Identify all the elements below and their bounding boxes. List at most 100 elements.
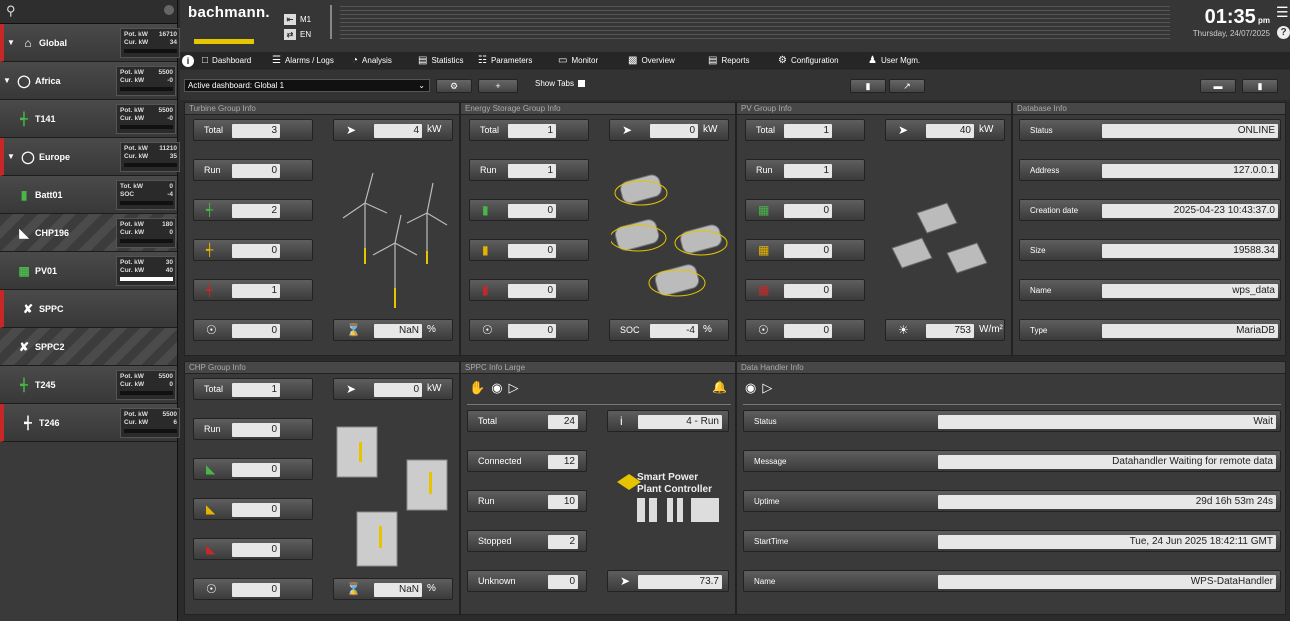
- chp-ok[interactable]: ◣ 0: [193, 458, 313, 480]
- show-tabs-checkbox[interactable]: [578, 80, 585, 88]
- tab-analysis[interactable]: ◔ Analysis: [348, 52, 414, 69]
- tab-reports[interactable]: ▤ Reports: [704, 52, 774, 69]
- chp-power[interactable]: ➤ 0 kW: [333, 378, 453, 400]
- turbine-total[interactable]: Total 3: [193, 119, 313, 141]
- logout-icon[interactable]: ⇤: [284, 14, 296, 25]
- tab-configuration[interactable]: ⚙ Configuration: [774, 52, 864, 69]
- tree-node-pv01[interactable]: ▦ PV01 Pot. kW 30 Cur. kW 40: [0, 252, 177, 290]
- tab-monitor[interactable]: ▭ Monitor: [554, 52, 624, 69]
- search-icon[interactable]: ⚲: [6, 3, 16, 19]
- handler-status[interactable]: Status Wait: [743, 410, 1281, 432]
- pv-fault[interactable]: ▦ 0: [745, 279, 865, 301]
- chp-total[interactable]: Total 1: [193, 378, 313, 400]
- db-name[interactable]: Name wps_data: [1019, 279, 1281, 301]
- storage-run[interactable]: Run 1: [469, 159, 589, 181]
- chevron-down-icon[interactable]: ⌄: [418, 80, 425, 91]
- storage-warning[interactable]: ▮ 0: [469, 239, 589, 261]
- db-size[interactable]: Size 19588.34: [1019, 239, 1281, 261]
- sppc-stopped[interactable]: Stopped 2: [467, 530, 587, 552]
- tree-node-sppc[interactable]: ✘ SPPC: [0, 290, 177, 328]
- dashboard-select[interactable]: Active dashboard: Global 1 ⌄: [184, 79, 430, 92]
- info-icon[interactable]: i: [180, 52, 198, 69]
- sppc-unknown[interactable]: Unknown 0: [467, 570, 587, 592]
- clear-search-icon[interactable]: [164, 5, 174, 15]
- add-dashboard-button[interactable]: +: [478, 79, 518, 93]
- turbine-power[interactable]: ➤ 4 kW: [333, 119, 453, 141]
- turbine-gauge[interactable]: ☉ 0: [193, 319, 313, 341]
- tree-node-chp196[interactable]: ◣ CHP196 Pot. kW 180 Cur. kW 0: [0, 214, 177, 252]
- bell-icon[interactable]: 🔔: [712, 380, 727, 394]
- db-status[interactable]: Status ONLINE: [1019, 119, 1281, 141]
- collapse-button[interactable]: ▬: [1200, 79, 1236, 93]
- storage-fault[interactable]: ▮ 0: [469, 279, 589, 301]
- chp-warning[interactable]: ◣ 0: [193, 498, 313, 520]
- tree-node-sppc2[interactable]: ✘ SPPC2: [0, 328, 177, 366]
- logout-button[interactable]: ⇤ M1: [284, 12, 312, 27]
- tree-node-global[interactable]: ▼ ⌂ Global Pot. kW 16710 Cur. kW 34: [0, 24, 180, 62]
- pv-ok[interactable]: ▦ 0: [745, 199, 865, 221]
- turbine-percent[interactable]: ⌛ NaN%: [333, 319, 453, 341]
- pv-total[interactable]: Total 1: [745, 119, 865, 141]
- language-button[interactable]: ⇄ EN: [284, 27, 312, 42]
- tab-dashboard[interactable]: □ Dashboard: [198, 52, 268, 69]
- tree-search[interactable]: ⚲: [0, 0, 177, 24]
- turbine-warning[interactable]: ┽ 0: [193, 239, 313, 261]
- pv-warning[interactable]: ▦ 0: [745, 239, 865, 261]
- language-icon[interactable]: ⇄: [284, 29, 296, 40]
- tab-user-mgm[interactable]: ♟ User Mgm.: [864, 52, 934, 69]
- tab-overview[interactable]: ▩ Overview: [624, 52, 704, 69]
- storage-power[interactable]: ➤ 0 kW: [609, 119, 729, 141]
- delete-dashboard-button[interactable]: ▮: [1242, 79, 1278, 93]
- storage-soc[interactable]: SOC -4%: [609, 319, 729, 341]
- tab-alarms-logs[interactable]: ☰ Alarms / Logs: [268, 52, 348, 69]
- show-tabs-toggle[interactable]: Show Tabs: [535, 79, 585, 88]
- storage-gauge[interactable]: ☉ 0: [469, 319, 589, 341]
- sppc-run[interactable]: Run 10: [467, 490, 587, 512]
- copy-dashboard-button[interactable]: ▮: [850, 79, 886, 93]
- stop-icon[interactable]: ◉: [491, 380, 502, 395]
- sppc-power[interactable]: ➤ 73.7: [607, 570, 729, 592]
- tree-node-t141[interactable]: ┽ T141 Pot. kW 5500 Cur. kW -0: [0, 100, 177, 138]
- chp-gauge[interactable]: ☉ 0: [193, 578, 313, 600]
- turbine-run[interactable]: Run 0: [193, 159, 313, 181]
- tree-node-africa[interactable]: ▼ ◯ Africa Pot. kW 5500 Cur. kW -0: [0, 62, 177, 100]
- sppc-state[interactable]: i 4 - Run: [607, 410, 729, 432]
- pv-irradiance[interactable]: ☀ 753 W/m²: [885, 319, 1005, 341]
- db-type[interactable]: Type MariaDB: [1019, 319, 1281, 341]
- help-icon[interactable]: ?: [1277, 26, 1290, 39]
- pv-run[interactable]: Run 1: [745, 159, 865, 181]
- pv-power[interactable]: ➤ 40 kW: [885, 119, 1005, 141]
- dashboard-settings-button[interactable]: ⚙: [436, 79, 472, 93]
- hand-icon[interactable]: ✋: [469, 380, 485, 395]
- tree-node-t245[interactable]: ┽ T245 Pot. kW 5500 Cur. kW 0: [0, 366, 177, 404]
- db-address[interactable]: Address 127.0.0.1: [1019, 159, 1281, 181]
- play-icon[interactable]: ▷: [509, 380, 519, 395]
- expand-arrow-icon[interactable]: ▼: [3, 76, 15, 85]
- menu-icon[interactable]: ☰: [1276, 4, 1289, 21]
- sppc-total[interactable]: Total 24: [467, 410, 587, 432]
- stop-icon[interactable]: ◉: [745, 380, 756, 395]
- handler-uptime[interactable]: Uptime 29d 16h 53m 24s: [743, 490, 1281, 512]
- tree-node-europe[interactable]: ▼ ◯ Europe Pot. kW 11210 Cur. kW 35: [0, 138, 180, 176]
- chp-fault[interactable]: ◣ 0: [193, 538, 313, 560]
- db-creation-date[interactable]: Creation date 2025-04-23 10:43:37.0: [1019, 199, 1281, 221]
- handler-message[interactable]: Message Datahandler Waiting for remote da…: [743, 450, 1281, 472]
- handler-name[interactable]: Name WPS-DataHandler: [743, 570, 1281, 592]
- handler-starttime[interactable]: StartTime Tue, 24 Jun 2025 18:42:11 GMT: [743, 530, 1281, 552]
- turbine-ok[interactable]: ┽ 2: [193, 199, 313, 221]
- play-icon[interactable]: ▷: [762, 380, 772, 395]
- chp-percent[interactable]: ⌛ NaN%: [333, 578, 453, 600]
- tab-parameters[interactable]: ☷ Parameters: [474, 52, 554, 69]
- tab-statistics[interactable]: ▤ Statistics: [414, 52, 474, 69]
- expand-arrow-icon[interactable]: ▼: [7, 38, 19, 47]
- tree-node-batt01[interactable]: ▮ Batt01 Tot. kW 0 SOC -4: [0, 176, 177, 214]
- edit-dashboard-button[interactable]: ↗: [889, 79, 925, 93]
- storage-total[interactable]: Total 1: [469, 119, 589, 141]
- sppc-connected[interactable]: Connected 12: [467, 450, 587, 472]
- chp-run[interactable]: Run 0: [193, 418, 313, 440]
- turbine-fault[interactable]: ┽ 1: [193, 279, 313, 301]
- pv-gauge[interactable]: ☉ 0: [745, 319, 865, 341]
- storage-ok[interactable]: ▮ 0: [469, 199, 589, 221]
- expand-arrow-icon[interactable]: ▼: [7, 152, 19, 161]
- tree-node-t246[interactable]: ┽ T246 Pot. kW 5500 Cur. kW 6: [0, 404, 180, 442]
